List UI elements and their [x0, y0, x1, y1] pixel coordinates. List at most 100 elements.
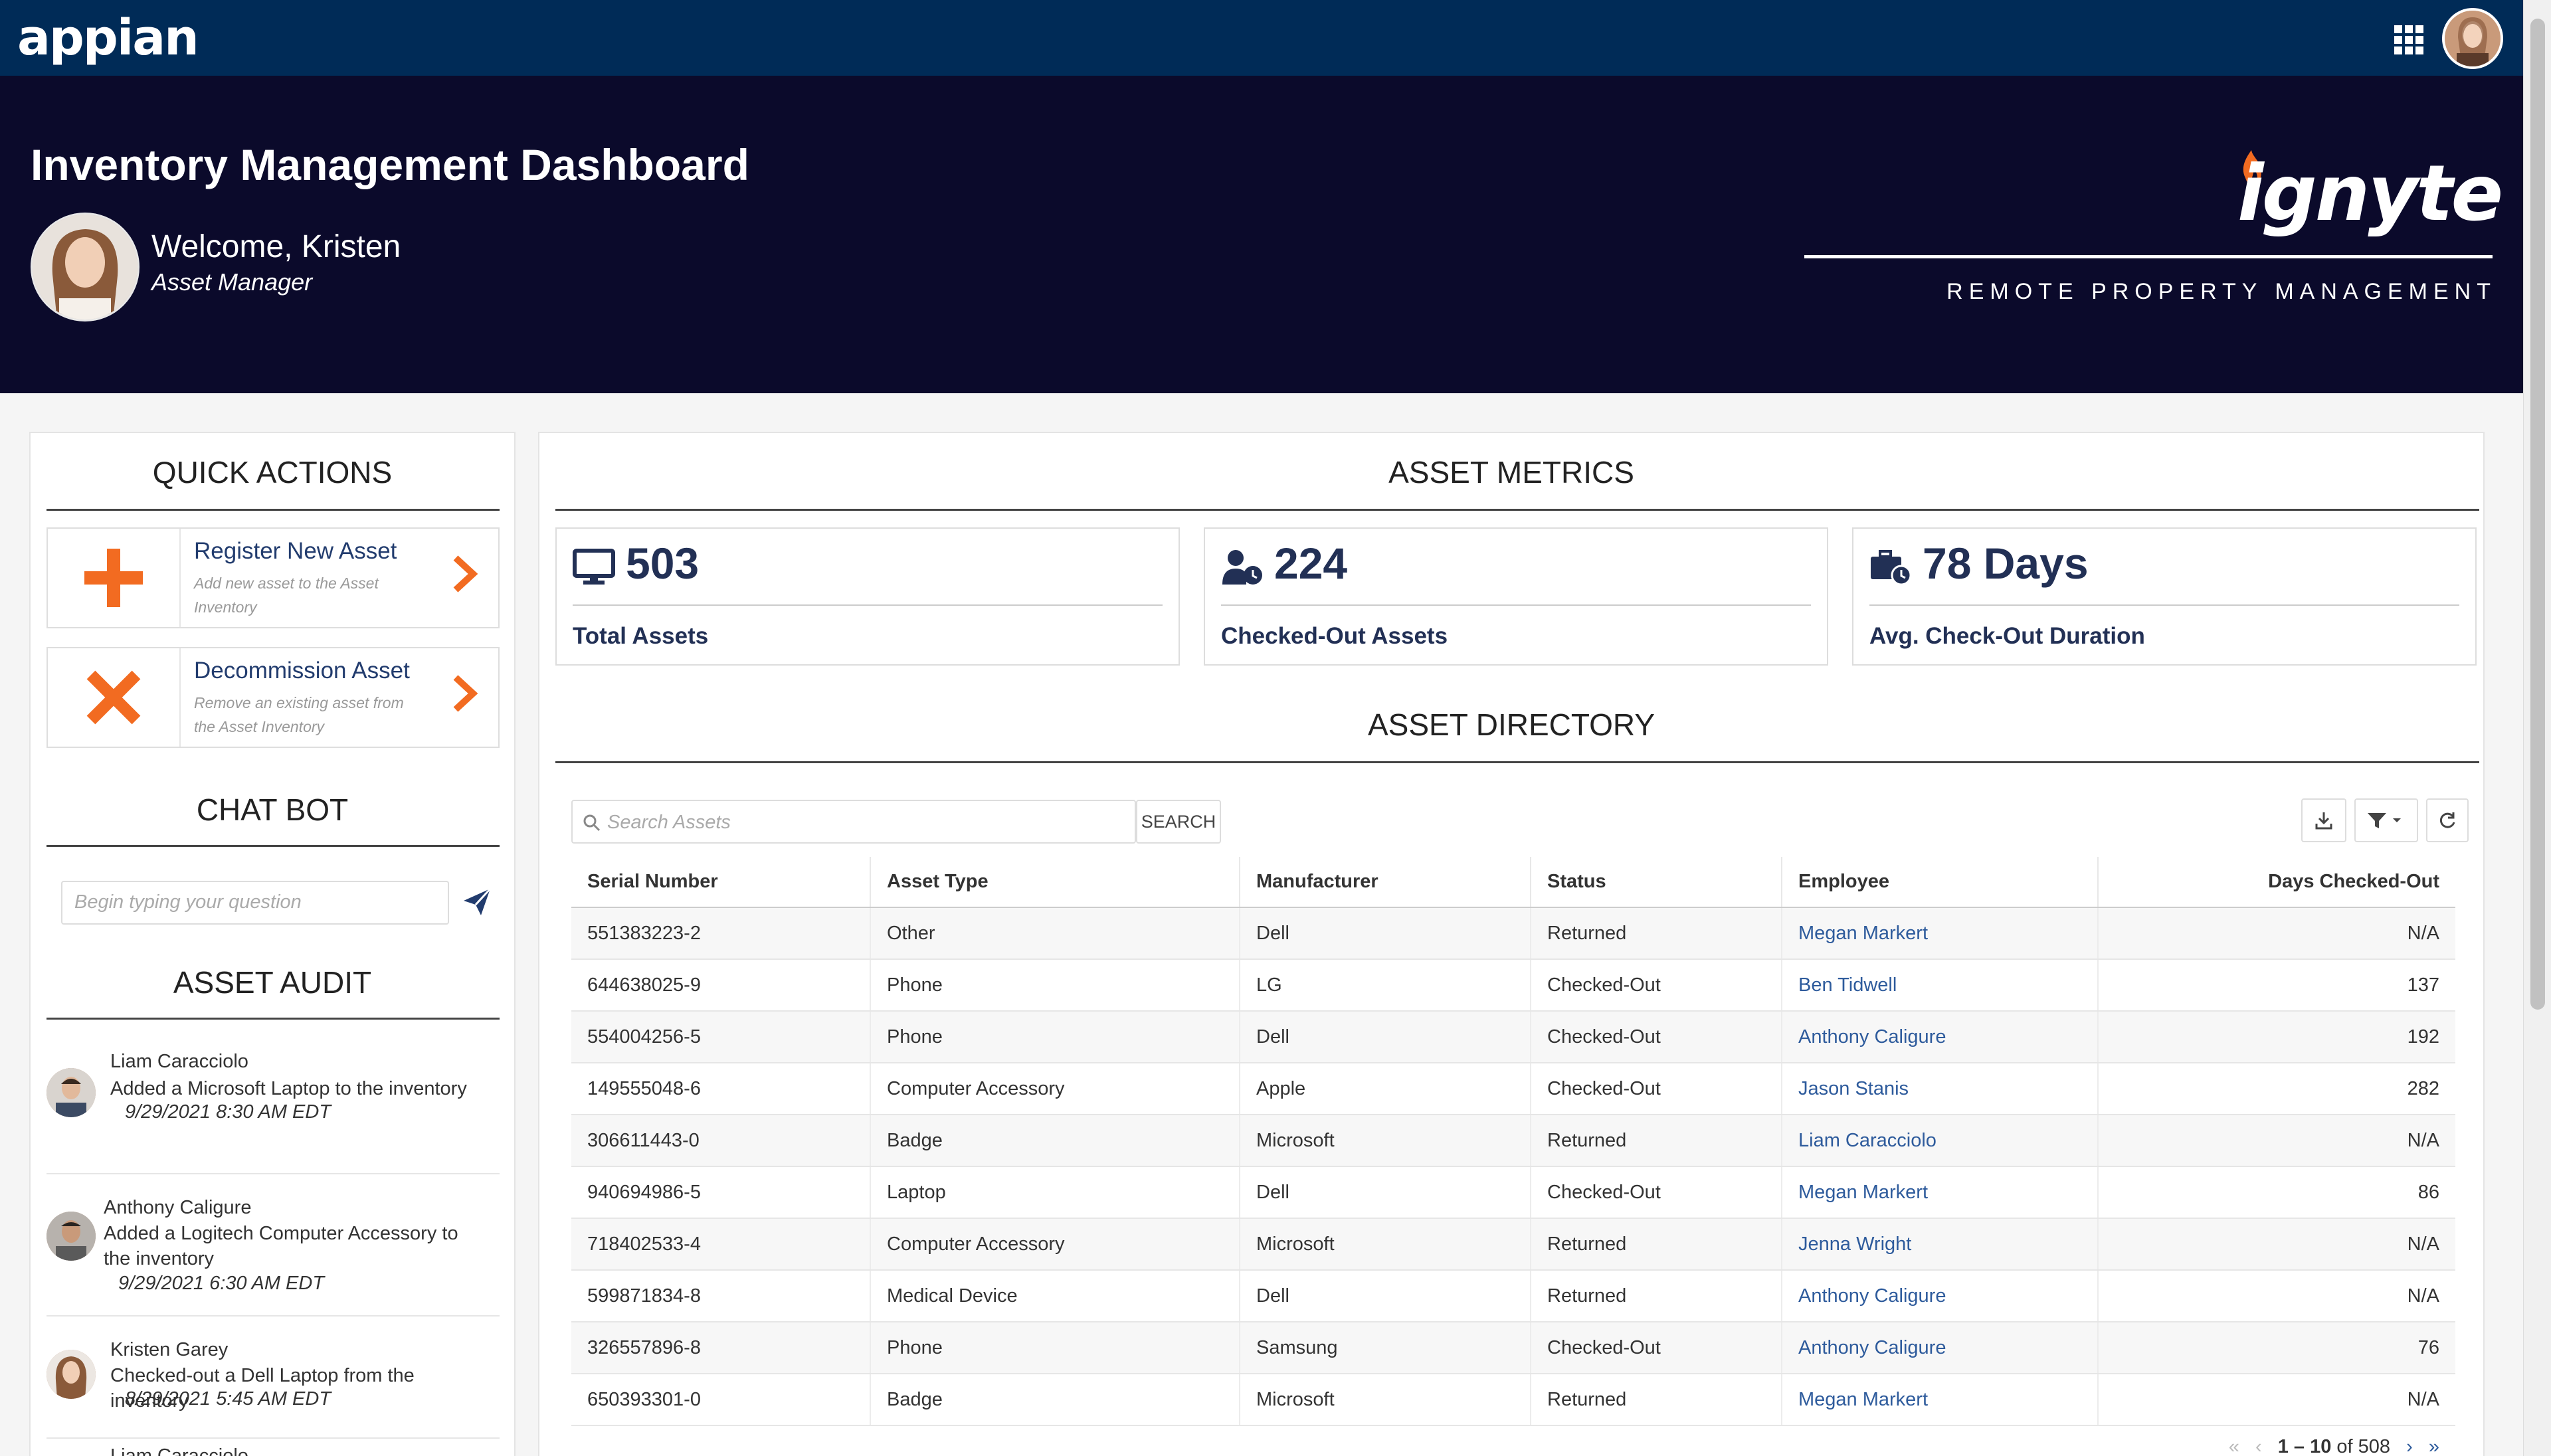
- cell-employee-link[interactable]: Ben Tidwell: [1782, 959, 2099, 1012]
- table-row: 306611443-0 Badge Microsoft Returned Liam Ca…: [571, 1115, 2455, 1167]
- previous-page-icon[interactable]: ‹: [2255, 1436, 2262, 1456]
- table-row: 326557896-8 Phone Samsung Checked-Out Anthon…: [571, 1322, 2455, 1374]
- profile-avatar: [31, 213, 140, 321]
- table-row: 940694986-5 Laptop Dell Checked-Out Megan Ma…: [571, 1166, 2455, 1219]
- appian-logo[interactable]: appian: [17, 9, 199, 66]
- filter-button[interactable]: [2354, 798, 2418, 842]
- cell-days-checked-out: N/A: [2098, 1218, 2455, 1271]
- first-page-icon[interactable]: «: [2229, 1436, 2239, 1456]
- cell-employee-link[interactable]: Megan Markert: [1782, 1166, 2099, 1219]
- section-divider: [47, 1018, 500, 1020]
- metric-divider: [1869, 604, 2459, 606]
- chat-input[interactable]: Begin typing your question: [61, 881, 449, 925]
- cell-serial-number: 551383223-2: [571, 907, 871, 960]
- quick-actions-heading: QUICK ACTIONS: [152, 455, 393, 490]
- cell-status: Checked-Out: [1531, 1166, 1782, 1219]
- section-divider: [47, 509, 500, 511]
- cell-employee-link[interactable]: Liam Caracciolo: [1782, 1115, 2099, 1167]
- refresh-icon: [2439, 812, 2455, 828]
- table-row: 650393301-0 Badge Microsoft Returned Megan M…: [571, 1374, 2455, 1426]
- apps-grid-icon[interactable]: [2394, 25, 2423, 54]
- cell-days-checked-out: N/A: [2098, 1115, 2455, 1167]
- user-avatar[interactable]: [2442, 8, 2503, 69]
- audit-item: Anthony Caligure Added a Logitech Comput…: [47, 1176, 500, 1317]
- filter-icon: [2368, 813, 2401, 828]
- metric-label: Checked-Out Assets: [1221, 623, 1448, 649]
- metric-divider: [573, 604, 1163, 606]
- monitor-icon: [573, 549, 615, 585]
- cell-asset-type: Badge: [870, 1374, 1240, 1426]
- decommission-asset-button[interactable]: Decommission Asset Remove an existing as…: [47, 647, 500, 748]
- metric-card-total-assets: 503 Total Assets: [555, 527, 1180, 666]
- metric-card-checked-out: 224 Checked-Out Assets: [1204, 527, 1828, 666]
- cell-employee-link[interactable]: Anthony Caligure: [1782, 1270, 2099, 1322]
- metric-divider: [1221, 604, 1811, 606]
- page-scrollbar[interactable]: [2523, 0, 2551, 1456]
- cell-status: Returned: [1531, 1374, 1782, 1426]
- cell-status: Checked-Out: [1531, 1063, 1782, 1115]
- cell-asset-type: Computer Accessory: [870, 1063, 1240, 1115]
- decommission-asset-description: Remove an existing asset from the Asset …: [194, 694, 404, 735]
- search-assets-input[interactable]: Search Assets: [571, 800, 1136, 844]
- register-asset-title: Register New Asset: [194, 538, 397, 564]
- metric-label: Total Assets: [573, 623, 709, 649]
- last-page-icon[interactable]: »: [2429, 1436, 2439, 1456]
- cell-serial-number: 650393301-0: [571, 1374, 871, 1426]
- next-page-icon[interactable]: ›: [2406, 1436, 2413, 1456]
- column-header-manufacturer[interactable]: Manufacturer: [1240, 857, 1531, 908]
- metric-label: Avg. Check-Out Duration: [1869, 623, 2145, 649]
- cell-asset-type: Medical Device: [870, 1270, 1240, 1322]
- cell-employee-link[interactable]: Jenna Wright: [1782, 1218, 2099, 1271]
- register-asset-button[interactable]: Register New Asset Add new asset to the …: [47, 527, 500, 628]
- column-header-employee[interactable]: Employee: [1782, 857, 2099, 908]
- cell-status: Checked-Out: [1531, 1322, 1782, 1374]
- cell-days-checked-out: N/A: [2098, 1374, 2455, 1426]
- audit-item: Kristen Garey Checked-out a Dell Laptop …: [47, 1318, 500, 1439]
- cell-employee-link[interactable]: Megan Markert: [1782, 1374, 2099, 1426]
- cell-serial-number: 718402533-4: [571, 1218, 871, 1271]
- metric-card-avg-duration: 78 Days Avg. Check-Out Duration: [1852, 527, 2477, 666]
- cell-serial-number: 149555048-6: [571, 1063, 871, 1115]
- table-row: 149555048-6 Computer Accessory Apple Checke…: [571, 1063, 2455, 1115]
- cell-status: Returned: [1531, 1270, 1782, 1322]
- cell-serial-number: 326557896-8: [571, 1322, 871, 1374]
- cell-asset-type: Laptop: [870, 1166, 1240, 1219]
- audit-user-name: Anthony Caligure: [104, 1197, 252, 1218]
- decommission-asset-title: Decommission Asset: [194, 658, 410, 683]
- column-header-asset-type[interactable]: Asset Type: [870, 857, 1240, 908]
- chat-bot-heading: CHAT BOT: [196, 792, 349, 827]
- cell-employee-link[interactable]: Jason Stanis: [1782, 1063, 2099, 1115]
- search-icon: [583, 814, 601, 832]
- search-button[interactable]: SEARCH: [1136, 800, 1221, 844]
- cell-employee-link[interactable]: Anthony Caligure: [1782, 1011, 2099, 1063]
- cell-employee-link[interactable]: Megan Markert: [1782, 907, 2099, 960]
- main-panel: ASSET METRICS 503 Total Assets 224 Check…: [538, 432, 2485, 1456]
- cell-serial-number: 599871834-8: [571, 1270, 871, 1322]
- cell-manufacturer: LG: [1240, 959, 1531, 1012]
- user-clock-icon: [1222, 550, 1262, 585]
- top-nav-bar: appian: [0, 0, 2523, 76]
- refresh-button[interactable]: [2426, 798, 2469, 842]
- audit-action: Added a Logitech Computer Accessory to t…: [104, 1223, 458, 1269]
- ignyte-logo: ignyte: [2237, 149, 2503, 238]
- cell-serial-number: 940694986-5: [571, 1166, 871, 1219]
- table-header-row: Serial Number Asset Type Manufacturer St…: [571, 857, 2455, 908]
- column-header-serial-number[interactable]: Serial Number: [571, 857, 871, 908]
- cell-employee-link[interactable]: Anthony Caligure: [1782, 1322, 2099, 1374]
- audit-user-name: Liam Caracciolo: [110, 1051, 248, 1072]
- welcome-text: Welcome, Kristen: [151, 229, 401, 264]
- audit-timestamp: 8/29/2021 5:45 AM EDT: [125, 1388, 331, 1410]
- column-header-days-checked-out[interactable]: Days Checked-Out: [2098, 857, 2455, 908]
- table-pager: « ‹ 1 – 10 of 508 › »: [2147, 1436, 2439, 1456]
- cell-asset-type: Phone: [870, 1322, 1240, 1374]
- cell-manufacturer: Samsung: [1240, 1322, 1531, 1374]
- send-icon[interactable]: [461, 886, 493, 918]
- section-divider: [47, 845, 500, 847]
- column-header-status[interactable]: Status: [1531, 857, 1782, 908]
- scrollbar-thumb[interactable]: [2530, 19, 2545, 1010]
- cell-status: Checked-Out: [1531, 959, 1782, 1012]
- cell-manufacturer: Dell: [1240, 907, 1531, 960]
- download-button[interactable]: [2301, 798, 2346, 842]
- cell-manufacturer: Microsoft: [1240, 1115, 1531, 1167]
- cell-manufacturer: Dell: [1240, 1166, 1531, 1219]
